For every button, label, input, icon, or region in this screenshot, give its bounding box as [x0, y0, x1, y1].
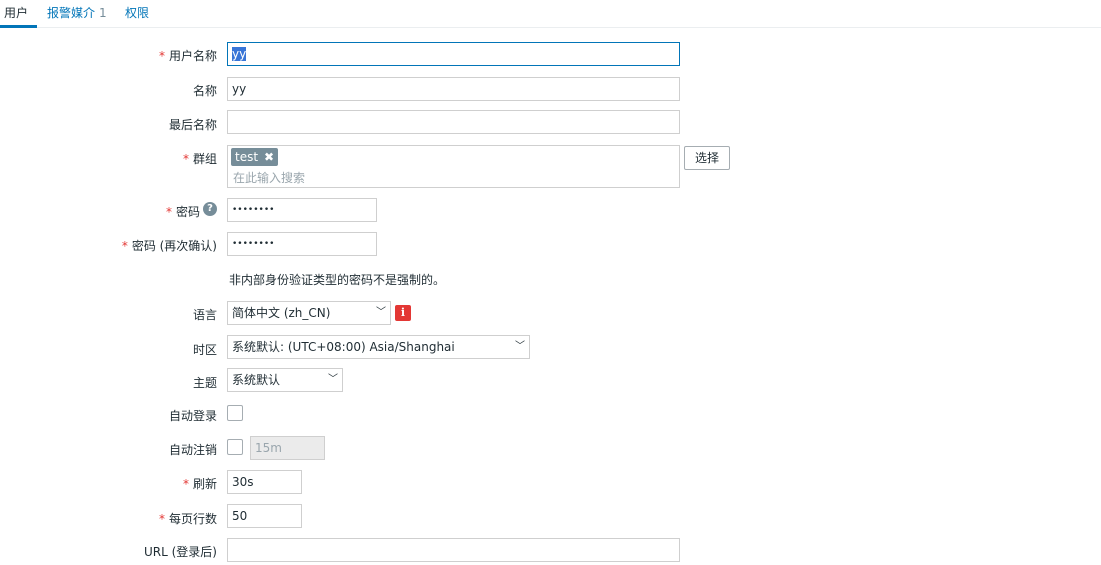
url-input[interactable]: [227, 538, 680, 562]
required-mark: *: [165, 205, 172, 219]
required-mark: *: [182, 152, 189, 166]
tab-media-count: 1: [99, 6, 107, 20]
chevron-down-icon: ﹀: [376, 307, 386, 318]
chevron-down-icon: ﹀: [328, 374, 338, 385]
theme-value: 系统默认: [232, 373, 281, 387]
rows-per-page-label: * 每页行数: [159, 510, 217, 527]
autologout-input: 15m: [250, 436, 325, 460]
name-label: 名称: [192, 84, 217, 98]
tab-bar: 用户 报警媒介 1 权限: [0, 0, 1101, 28]
url-label: URL (登录后): [144, 545, 217, 559]
theme-select[interactable]: 系统默认 ﹀: [227, 368, 343, 392]
autologout-checkbox[interactable]: [227, 439, 243, 455]
groups-label: * 群组: [183, 150, 217, 167]
password-note: 非内部身份验证类型的密码不是强制的。: [229, 273, 446, 287]
autologout-label: 自动注销: [168, 443, 217, 457]
password-confirm-label: * 密码 (再次确认): [122, 237, 217, 254]
required-mark: *: [158, 49, 165, 63]
timezone-value: 系统默认: (UTC+08:00) Asia/Shanghai: [232, 340, 455, 354]
chip-remove-icon[interactable]: ✖: [264, 150, 274, 164]
tab-user[interactable]: 用户: [4, 4, 28, 21]
group-chip-label: test: [235, 150, 259, 164]
group-chip: test ✖: [231, 148, 279, 166]
chevron-down-icon: ﹀: [515, 341, 525, 352]
language-value: 简体中文 (zh_CN): [232, 306, 331, 320]
password-label-text: 密码: [175, 205, 200, 219]
password-confirm-label-text: 密码 (再次确认): [131, 239, 217, 253]
timezone-label: 时区: [192, 343, 217, 357]
autologin-checkbox[interactable]: [227, 405, 243, 421]
alias-input[interactable]: yy: [227, 42, 680, 66]
info-icon[interactable]: i: [395, 305, 411, 321]
rows-per-page-input[interactable]: 50: [227, 504, 302, 528]
alias-label-text: 用户名称: [168, 49, 217, 63]
required-mark: *: [121, 239, 128, 253]
alias-selected-text: yy: [232, 47, 247, 61]
groups-multiselect[interactable]: test ✖ 在此输入搜索: [227, 145, 680, 188]
alias-label: * 用户名称: [159, 47, 217, 64]
rows-per-page-label-text: 每页行数: [168, 512, 217, 526]
refresh-label: * 刷新: [183, 475, 217, 492]
refresh-input[interactable]: 30s: [227, 470, 302, 494]
password-confirm-input[interactable]: ••••••••: [227, 232, 377, 256]
required-mark: *: [182, 477, 189, 491]
surname-input[interactable]: [227, 110, 680, 134]
password-input[interactable]: ••••••••: [227, 198, 377, 222]
groups-search-placeholder[interactable]: 在此输入搜索: [233, 169, 305, 186]
password-label: * 密码: [166, 203, 200, 220]
refresh-label-text: 刷新: [192, 477, 217, 491]
surname-label: 最后名称: [168, 118, 217, 132]
active-tab-indicator: [0, 25, 37, 28]
tab-media[interactable]: 报警媒介 1: [47, 4, 107, 21]
theme-label: 主题: [192, 376, 217, 390]
timezone-select[interactable]: 系统默认: (UTC+08:00) Asia/Shanghai ﹀: [227, 335, 530, 359]
tab-permissions[interactable]: 权限: [125, 4, 149, 21]
groups-label-text: 群组: [192, 152, 217, 166]
language-label: 语言: [192, 308, 217, 322]
language-select[interactable]: 简体中文 (zh_CN) ﹀: [227, 301, 391, 325]
tab-media-label: 报警媒介: [47, 6, 96, 20]
help-icon[interactable]: ?: [203, 202, 217, 216]
autologin-label: 自动登录: [168, 409, 217, 423]
name-input[interactable]: yy: [227, 77, 680, 101]
required-mark: *: [158, 512, 165, 526]
groups-select-button[interactable]: 选择: [684, 146, 730, 170]
